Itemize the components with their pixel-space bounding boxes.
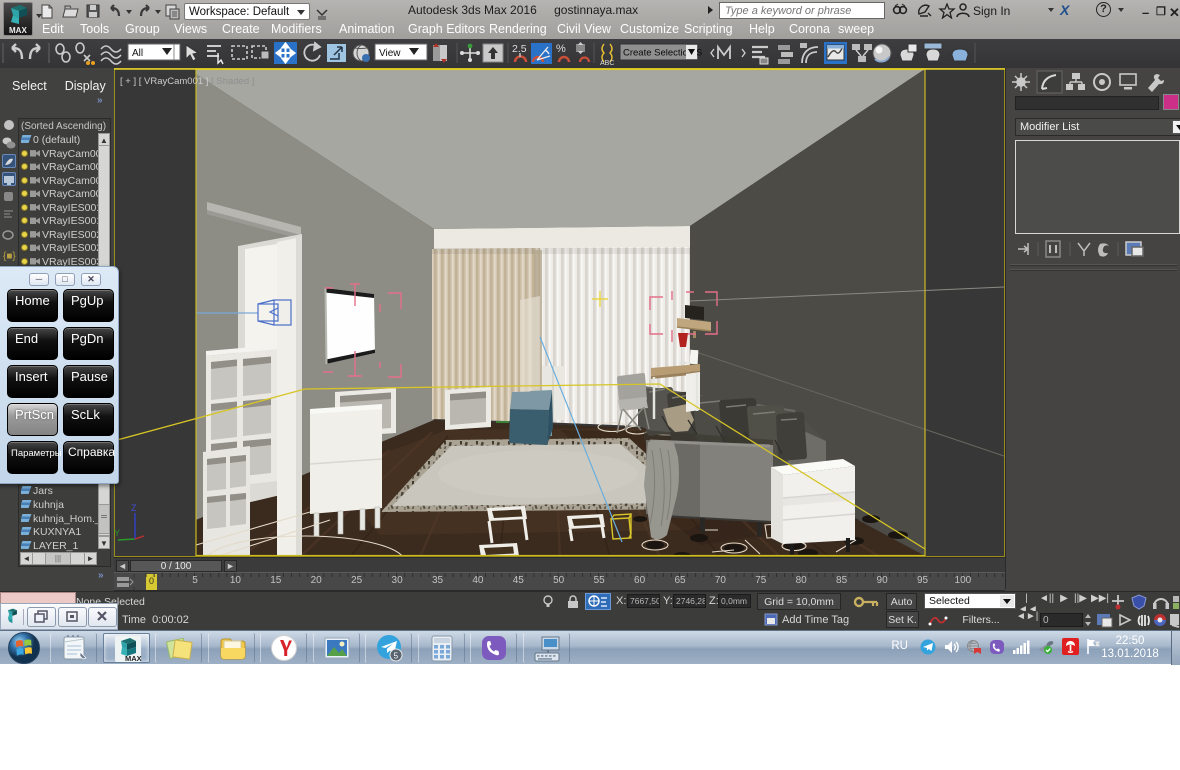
- svg-text:ABC: ABC: [600, 60, 614, 67]
- svg-text:Y: Y: [114, 528, 120, 538]
- svg-text:{■}: {■}: [3, 251, 16, 262]
- svg-text:%: %: [556, 43, 566, 55]
- svg-text:View: View: [379, 48, 401, 59]
- svg-text:Z: Z: [131, 503, 137, 513]
- svg-text:All: All: [132, 48, 143, 59]
- svg-text:[ + ] [ VRayCam001 ] [ Shaded: [ + ] [ VRayCam001 ] [ Shaded ]: [120, 76, 254, 87]
- svg-text:MAX: MAX: [9, 26, 27, 35]
- svg-text:5: 5: [394, 651, 399, 660]
- svg-text:MAX: MAX: [125, 654, 142, 663]
